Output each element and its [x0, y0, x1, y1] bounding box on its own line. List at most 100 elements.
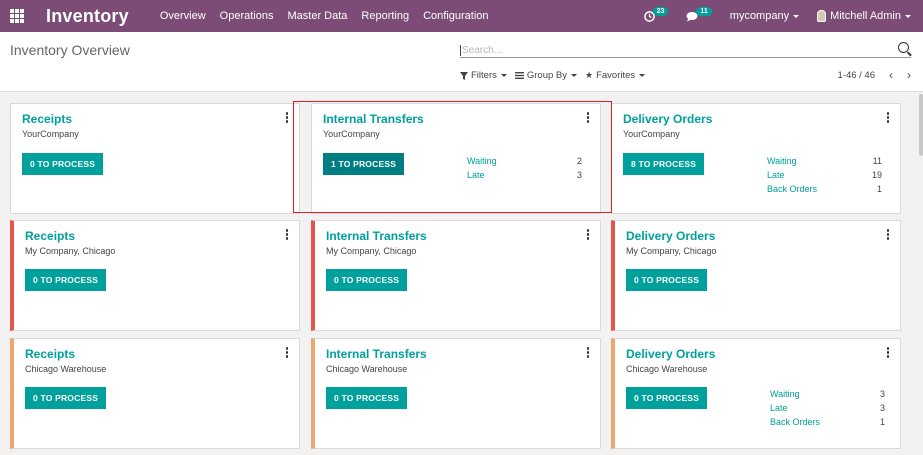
- to-process-button[interactable]: 0 TO PROCESS: [22, 153, 104, 175]
- stat-value: 3: [879, 403, 885, 413]
- pager-next-icon[interactable]: ›: [907, 69, 911, 81]
- menu-reporting[interactable]: Reporting: [354, 10, 416, 22]
- stat-back-orders[interactable]: Back Orders 1: [770, 415, 885, 429]
- card-receipts-yourcompany[interactable]: Receipts YourCompany 0 TO PROCESS: [10, 103, 300, 214]
- kebab-menu-icon[interactable]: [585, 229, 591, 241]
- caret-down-icon: [571, 74, 578, 77]
- card-title[interactable]: Receipts: [25, 347, 75, 361]
- menu-configuration[interactable]: Configuration: [416, 10, 495, 22]
- card-title[interactable]: Receipts: [25, 229, 75, 243]
- stat-value: 1: [876, 184, 882, 194]
- favorites-dropdown[interactable]: ★ Favorites: [585, 70, 646, 81]
- stat-value: 3: [576, 170, 582, 180]
- card-delivery-chicago-warehouse[interactable]: Delivery Orders Chicago Warehouse 0 TO P…: [611, 338, 901, 449]
- kebab-menu-icon[interactable]: [284, 112, 290, 124]
- stat-label[interactable]: Waiting: [770, 387, 800, 401]
- card-title[interactable]: Delivery Orders: [626, 347, 715, 361]
- menu-overview[interactable]: Overview: [153, 10, 213, 22]
- kebab-menu-icon[interactable]: [585, 112, 591, 124]
- search-icon[interactable]: [898, 42, 909, 53]
- card-title[interactable]: Internal Transfers: [323, 112, 424, 126]
- stat-value: 2: [576, 156, 582, 166]
- kebab-menu-icon[interactable]: [585, 347, 591, 359]
- stat-late[interactable]: Late 3: [467, 168, 582, 182]
- card-subtitle: My Company, Chicago: [626, 246, 717, 256]
- card-title[interactable]: Internal Transfers: [326, 229, 427, 243]
- kebab-menu-icon[interactable]: [284, 229, 290, 241]
- filters-dropdown[interactable]: Filters: [460, 70, 507, 81]
- stat-label[interactable]: Late: [770, 401, 788, 415]
- control-panel: Inventory Overview Filters Group By ★ Fa…: [0, 32, 923, 92]
- stat-label[interactable]: Waiting: [467, 154, 497, 168]
- to-process-button[interactable]: 0 TO PROCESS: [25, 387, 107, 409]
- stat-value: 1: [879, 417, 885, 427]
- card-subtitle: My Company, Chicago: [25, 246, 116, 256]
- stat-late[interactable]: Late 19: [767, 168, 882, 182]
- pager-prev-icon[interactable]: ‹: [889, 69, 893, 81]
- stat-waiting[interactable]: Waiting 2: [467, 154, 582, 168]
- scrollbar-thumb[interactable]: [919, 94, 923, 156]
- filter-funnel-icon: [460, 71, 468, 80]
- kebab-menu-icon[interactable]: [885, 347, 891, 359]
- card-title[interactable]: Receipts: [22, 112, 72, 126]
- activity-count-badge: 23: [652, 6, 669, 16]
- to-process-button[interactable]: 0 TO PROCESS: [626, 269, 708, 291]
- stat-back-orders[interactable]: Back Orders 1: [767, 182, 882, 196]
- card-delivery-yourcompany[interactable]: Delivery Orders YourCompany 8 TO PROCESS…: [611, 103, 901, 214]
- activity-menu[interactable]: 23: [643, 6, 669, 22]
- to-process-button[interactable]: 0 TO PROCESS: [326, 269, 408, 291]
- stat-label[interactable]: Late: [767, 168, 785, 182]
- stat-value: 3: [879, 389, 885, 399]
- card-internal-chicago-warehouse[interactable]: Internal Transfers Chicago Warehouse 0 T…: [311, 338, 601, 449]
- stat-label[interactable]: Back Orders: [770, 415, 820, 429]
- to-process-button[interactable]: 0 TO PROCESS: [25, 269, 107, 291]
- pager-value[interactable]: 1-46 / 46: [838, 70, 876, 81]
- card-internal-yourcompany[interactable]: Internal Transfers YourCompany 1 TO PROC…: [311, 103, 601, 214]
- kebab-menu-icon[interactable]: [284, 347, 290, 359]
- user-name: Mitchell Admin: [830, 10, 901, 22]
- stat-waiting[interactable]: Waiting 11: [767, 154, 882, 168]
- stat-late[interactable]: Late 3: [770, 401, 885, 415]
- card-title[interactable]: Internal Transfers: [326, 347, 427, 361]
- kebab-menu-icon[interactable]: [885, 229, 891, 241]
- card-subtitle: YourCompany: [623, 129, 680, 139]
- card-subtitle: Chicago Warehouse: [326, 364, 408, 374]
- user-menu[interactable]: Mitchell Admin: [817, 10, 911, 22]
- to-process-button[interactable]: 1 TO PROCESS: [323, 153, 405, 175]
- company-switcher[interactable]: mycompany: [729, 10, 800, 22]
- page-scrollbar[interactable]: [918, 92, 923, 455]
- card-title[interactable]: Delivery Orders: [623, 112, 712, 126]
- messages-menu[interactable]: 11: [686, 6, 712, 22]
- card-receipts-chicago-warehouse[interactable]: Receipts Chicago Warehouse 0 TO PROCESS: [10, 338, 300, 449]
- groupby-dropdown[interactable]: Group By: [514, 70, 578, 81]
- app-title[interactable]: Inventory: [46, 6, 129, 27]
- systray: 23 11 mycompany Mitchell Admin: [643, 0, 923, 32]
- menu-operations[interactable]: Operations: [213, 10, 281, 22]
- to-process-button[interactable]: 8 TO PROCESS: [623, 153, 705, 175]
- to-process-button[interactable]: 0 TO PROCESS: [626, 387, 708, 409]
- kebab-menu-icon[interactable]: [885, 112, 891, 124]
- company-name: mycompany: [729, 10, 790, 22]
- menu-master-data[interactable]: Master Data: [280, 10, 354, 22]
- stat-label[interactable]: Back Orders: [767, 182, 817, 196]
- user-avatar-icon: [817, 10, 827, 22]
- message-count-badge: 11: [696, 6, 712, 16]
- card-internal-chicago[interactable]: Internal Transfers My Company, Chicago 0…: [311, 220, 601, 331]
- card-subtitle: Chicago Warehouse: [25, 364, 107, 374]
- card-subtitle: My Company, Chicago: [326, 246, 417, 256]
- card-receipts-chicago[interactable]: Receipts My Company, Chicago 0 TO PROCES…: [10, 220, 300, 331]
- search-input[interactable]: [460, 45, 880, 56]
- card-delivery-chicago[interactable]: Delivery Orders My Company, Chicago 0 TO…: [611, 220, 901, 331]
- caret-down-icon: [500, 74, 507, 77]
- top-navbar: Inventory Overview Operations Master Dat…: [0, 0, 923, 32]
- breadcrumb: Inventory Overview: [10, 42, 130, 58]
- stat-waiting[interactable]: Waiting 3: [770, 387, 885, 401]
- to-process-button[interactable]: 0 TO PROCESS: [326, 387, 408, 409]
- stat-label[interactable]: Waiting: [767, 154, 797, 168]
- card-stats: Waiting 11 Late 19 Back Orders 1: [767, 154, 882, 196]
- stat-label[interactable]: Late: [467, 168, 485, 182]
- stat-value: 19: [871, 170, 882, 180]
- card-title[interactable]: Delivery Orders: [626, 229, 715, 243]
- apps-grid-icon[interactable]: [10, 9, 24, 23]
- kanban-view: Receipts YourCompany 0 TO PROCESS Intern…: [0, 92, 923, 455]
